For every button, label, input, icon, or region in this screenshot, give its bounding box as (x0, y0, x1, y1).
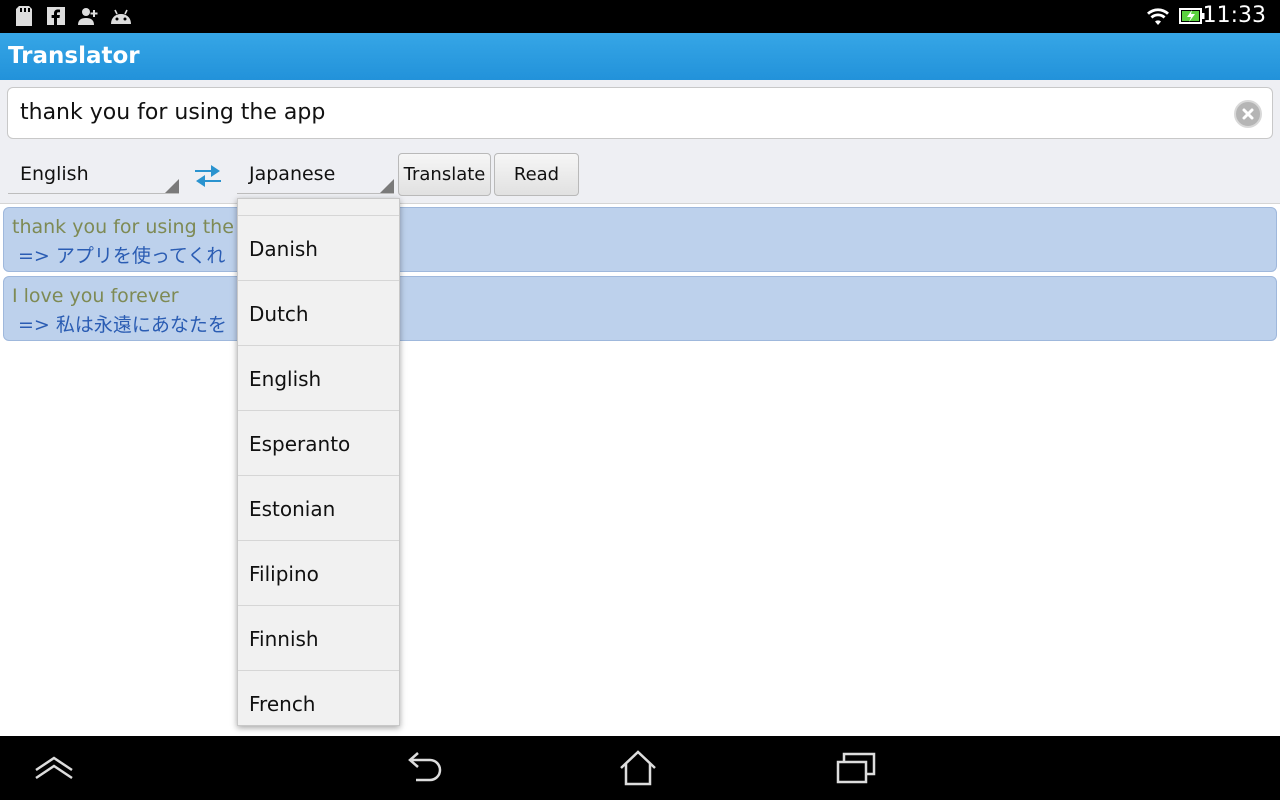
battery-charging-icon (1179, 6, 1205, 26)
dropdown-scroll-edge (238, 199, 399, 216)
close-icon (1242, 108, 1254, 120)
dropdown-option[interactable]: English (238, 346, 399, 411)
up-icon (35, 756, 73, 780)
android-icon (108, 6, 134, 26)
history-item[interactable]: I love you forever => 私は永遠にあなたを (3, 276, 1277, 341)
history-translation-text: => 私は永遠にあなたを (18, 314, 227, 336)
source-language-spinner[interactable]: English (8, 154, 179, 194)
recent-apps-button[interactable] (834, 748, 878, 788)
history-item[interactable]: thank you for using the a => アプリを使ってくれ (3, 207, 1277, 272)
history-source-text: I love you forever (12, 285, 179, 307)
swap-arrows-icon (195, 165, 221, 187)
input-area: thank you for using the app (0, 80, 1280, 146)
source-text-value: thank you for using the app (20, 100, 326, 125)
home-button[interactable] (616, 748, 660, 788)
dropdown-option[interactable]: Finnish (238, 606, 399, 671)
dropdown-option-label: Esperanto (249, 432, 351, 456)
language-controls: English Japanese Translate Read (0, 146, 1280, 204)
clear-text-button[interactable] (1234, 100, 1262, 128)
source-text-input[interactable]: thank you for using the app (7, 87, 1273, 139)
add-person-icon (78, 6, 98, 26)
back-icon (408, 752, 442, 782)
dropdown-option-label: Dutch (249, 302, 309, 326)
wifi-icon (1145, 6, 1171, 26)
dropdown-option-label: Estonian (249, 497, 336, 521)
history-translation-text: => アプリを使ってくれ (18, 245, 226, 267)
app-screen: 11:33 Translator thank you for using the… (0, 0, 1280, 800)
facebook-icon (46, 6, 66, 26)
up-button[interactable] (32, 748, 76, 788)
target-language-label: Japanese (249, 163, 336, 185)
status-bar: 11:33 (0, 0, 1280, 33)
dropdown-option[interactable]: Filipino (238, 541, 399, 606)
source-language-label: English (20, 163, 89, 185)
spinner-corner-icon (165, 179, 179, 193)
dropdown-option[interactable]: Esperanto (238, 411, 399, 476)
translate-button[interactable]: Translate (398, 153, 491, 196)
target-language-spinner[interactable]: Japanese (237, 154, 394, 194)
navigation-bar (0, 736, 1280, 800)
read-button[interactable]: Read (494, 153, 579, 196)
dropdown-option-label: English (249, 367, 322, 391)
app-title: Translator (8, 43, 140, 69)
dropdown-option-label: Finnish (249, 627, 319, 651)
dropdown-option-label: Filipino (249, 562, 319, 586)
dropdown-option[interactable]: French (238, 671, 399, 725)
clock: 11:33 (1202, 3, 1266, 28)
dropdown-option[interactable]: Estonian (238, 476, 399, 541)
back-button[interactable] (402, 748, 446, 788)
home-icon (620, 750, 656, 786)
swap-languages-button[interactable] (193, 162, 223, 188)
dropdown-option-label: French (249, 692, 316, 716)
history-source-text: thank you for using the a (12, 216, 252, 238)
dropdown-option-label: Danish (249, 237, 318, 261)
dropdown-option[interactable]: Dutch (238, 281, 399, 346)
language-dropdown[interactable]: Danish Dutch English Esperanto Estonian … (237, 198, 400, 726)
spinner-corner-icon (380, 179, 394, 193)
recent-apps-icon (836, 752, 876, 784)
sd-card-icon (14, 6, 34, 26)
action-bar: Translator (0, 33, 1280, 80)
dropdown-option[interactable]: Danish (238, 216, 399, 281)
